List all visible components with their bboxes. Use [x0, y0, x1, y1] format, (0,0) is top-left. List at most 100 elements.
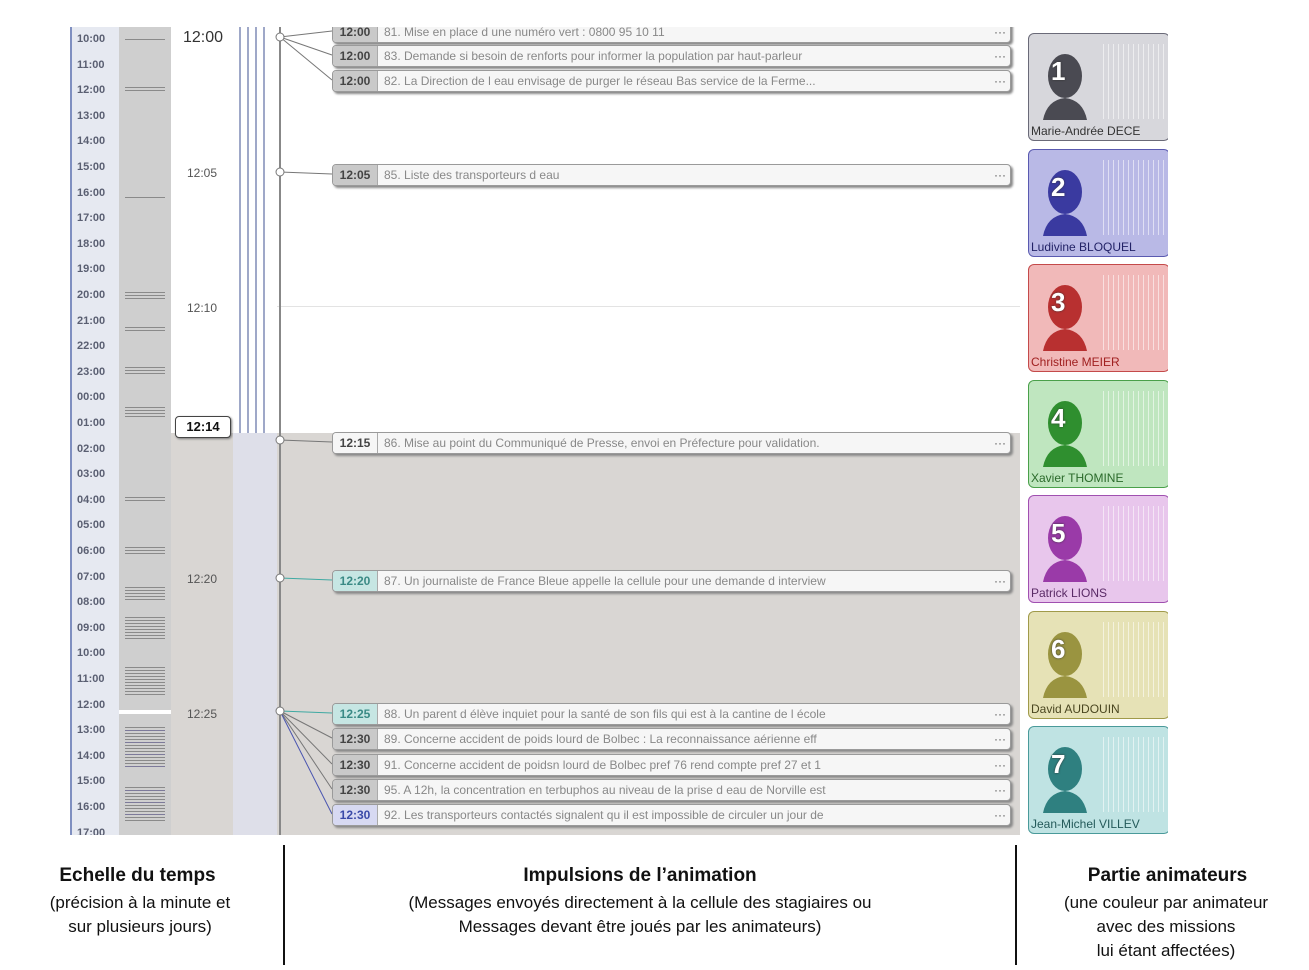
hour-label[interactable]: 07:00 — [77, 571, 105, 583]
message-item[interactable]: 12:20 87. Un journaliste de France Bleue … — [332, 570, 1011, 592]
hour-bar — [125, 817, 165, 818]
hour-label[interactable]: 15:00 — [77, 775, 105, 787]
hour-bar — [125, 766, 165, 767]
hour-label[interactable]: 10:00 — [77, 33, 105, 45]
minute-label-1220: 12:20 — [187, 572, 218, 586]
hour-label[interactable]: 02:00 — [77, 443, 105, 455]
animator-number: 5 — [1051, 518, 1066, 548]
card-pattern — [1103, 159, 1168, 235]
hour-label[interactable]: 23:00 — [77, 366, 105, 378]
hour-bar — [125, 500, 165, 501]
animator-card[interactable]: 2 Ludivine BLOQUEL — [1028, 148, 1168, 257]
message-item[interactable]: 12:25 88. Un parent d élève inquiet pour … — [332, 703, 1011, 725]
more-options-icon[interactable]: ··· — [994, 46, 1006, 66]
hour-label[interactable]: 13:00 — [77, 724, 105, 736]
hour-label[interactable]: 03:00 — [77, 468, 105, 480]
animator-card[interactable]: 7 Jean-Michel VILLEV — [1028, 726, 1168, 834]
message-item[interactable]: 12:30 91. Concerne accident de poidsn lou… — [332, 754, 1011, 776]
hour-bar — [125, 587, 165, 588]
message-time: 12:25 — [333, 704, 378, 724]
hour-bar — [125, 760, 165, 761]
message-connector — [279, 710, 333, 815]
hour-bar — [125, 811, 165, 812]
hour-label[interactable]: 17:00 — [77, 212, 105, 224]
message-connector — [279, 710, 333, 739]
hour-label[interactable]: 11:00 — [77, 673, 105, 685]
message-item[interactable]: 12:05 85. Liste des transporteurs d eau ··… — [332, 164, 1011, 186]
animator-card[interactable]: 5 Patrick LIONS — [1028, 495, 1168, 603]
hour-label[interactable]: 13:00 — [77, 110, 105, 122]
message-connector — [279, 439, 333, 443]
hour-label[interactable]: 22:00 — [77, 340, 105, 352]
timeline-node — [275, 435, 285, 445]
message-item[interactable]: 12:30 89. Concerne accident de poids lour… — [332, 728, 1011, 750]
hour-label[interactable]: 05:00 — [77, 519, 105, 531]
animator-card[interactable]: 1 Marie-Andrée DECE — [1028, 33, 1168, 141]
message-item[interactable]: 12:30 92. Les transporteurs contactés sig… — [332, 804, 1011, 826]
hour-label[interactable]: 01:00 — [77, 417, 105, 429]
hour-label[interactable]: 14:00 — [77, 135, 105, 147]
card-pattern — [1103, 506, 1168, 581]
hour-label[interactable]: 04:00 — [77, 494, 105, 506]
hour-label[interactable]: 12:00 — [77, 84, 105, 96]
timeline-node — [275, 573, 285, 583]
more-options-icon[interactable]: ··· — [994, 165, 1006, 185]
message-text: 87. Un journaliste de France Bleue appel… — [384, 574, 826, 588]
more-options-icon[interactable]: ··· — [994, 729, 1006, 749]
time-scale-desc-1: (précision à la minute et — [49, 893, 231, 912]
hour-label[interactable]: 11:00 — [77, 59, 105, 71]
hour-label[interactable]: 17:00 — [77, 827, 105, 835]
hour-label[interactable]: 19:00 — [77, 263, 105, 275]
more-options-icon[interactable]: ··· — [994, 27, 1006, 42]
hour-label[interactable]: 08:00 — [77, 596, 105, 608]
timeline-screenshot: 10:00 11:00 12:00 13:00 14:00 15:00 16:00 17:00… — [70, 27, 1168, 835]
hour-label[interactable]: 18:00 — [77, 238, 105, 250]
message-item[interactable]: 12:00 83. Demande si besoin de renforts p… — [332, 45, 1011, 67]
more-options-icon[interactable]: ··· — [994, 780, 1006, 800]
animator-number: 2 — [1051, 171, 1066, 202]
animator-panel: 1 Marie-Andrée DECE 2 Ludivine BLOQUEL 3 Chri… — [1028, 27, 1168, 835]
hour-scale[interactable]: 10:00 11:00 12:00 13:00 14:00 15:00 16:00 17:00… — [70, 27, 119, 835]
message-connector — [279, 710, 333, 765]
animator-name: David AUDOUIN — [1031, 701, 1120, 716]
hour-bar — [125, 593, 165, 594]
hour-label[interactable]: 16:00 — [77, 801, 105, 813]
more-options-icon[interactable]: ··· — [994, 805, 1006, 825]
hour-label[interactable]: 20:00 — [77, 289, 105, 301]
more-options-icon[interactable]: ··· — [994, 704, 1006, 724]
timeline-node — [275, 32, 285, 42]
minute-label-1225: 12:25 — [187, 707, 218, 721]
hour-label[interactable]: 06:00 — [77, 545, 105, 557]
hour-label[interactable]: 12:00 — [77, 699, 105, 711]
hour-label[interactable]: 00:00 — [77, 391, 105, 403]
hour-bar — [125, 727, 165, 728]
message-text: 89. Concerne accident de poids lourd de … — [384, 732, 817, 746]
hour-label[interactable]: 15:00 — [77, 161, 105, 173]
more-options-icon[interactable]: ··· — [994, 755, 1006, 775]
animator-card[interactable]: 4 Xavier THOMINE — [1028, 379, 1168, 488]
message-item[interactable]: 12:00 82. La Direction de l eau envisage … — [332, 70, 1011, 92]
current-time-marker[interactable]: 12:14 — [175, 416, 231, 438]
hour-label[interactable]: 10:00 — [77, 647, 105, 659]
message-item[interactable]: 12:15 86. Mise au point du Communiqué de … — [332, 432, 1011, 454]
animators-desc-1: (une couleur par animateur — [1063, 893, 1269, 912]
message-item[interactable]: 12:00 81. Mise en place d une numéro vert… — [332, 27, 1011, 43]
message-text: 81. Mise en place d une numéro vert : 08… — [384, 27, 665, 39]
hour-label[interactable]: 14:00 — [77, 750, 105, 762]
more-options-icon[interactable]: ··· — [994, 71, 1006, 91]
message-item[interactable]: 12:30 95. A 12h, la concentration en terb… — [332, 779, 1011, 801]
card-pattern — [1103, 275, 1168, 350]
hour-bar — [125, 790, 165, 791]
hour-label[interactable]: 16:00 — [77, 187, 105, 199]
hour-bar — [125, 407, 165, 408]
hour-bar — [125, 682, 165, 683]
hour-label[interactable]: 09:00 — [77, 622, 105, 634]
hour-bar — [125, 688, 165, 689]
more-options-icon[interactable]: ··· — [994, 571, 1006, 591]
hour-label[interactable]: 21:00 — [77, 315, 105, 327]
more-options-icon[interactable]: ··· — [994, 433, 1006, 453]
timeline-node — [275, 167, 285, 177]
animator-card[interactable]: 3 Christine MEIER — [1028, 264, 1168, 372]
animator-card[interactable]: 6 David AUDOUIN — [1028, 610, 1168, 719]
animators-desc-2: avec des missions — [1096, 917, 1236, 936]
